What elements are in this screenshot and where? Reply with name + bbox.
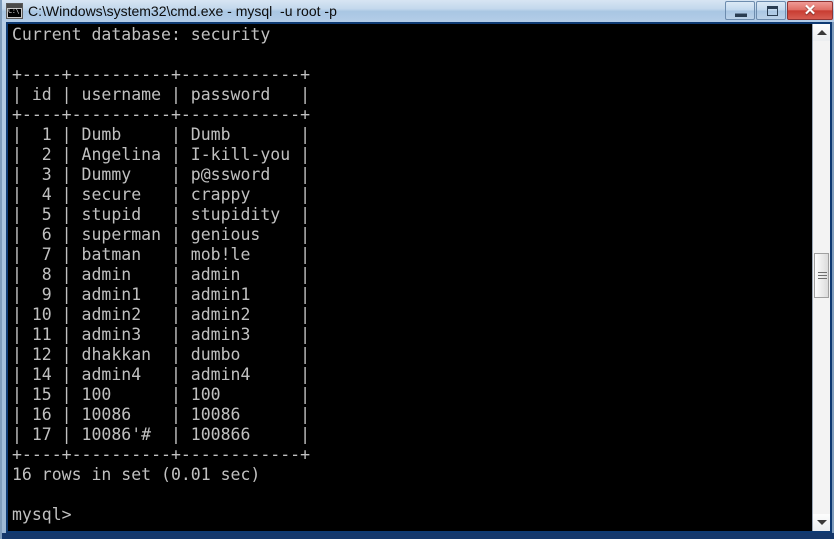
close-icon: ✕ bbox=[803, 2, 817, 19]
scrollbar-grip-line bbox=[818, 272, 827, 273]
maximize-button[interactable] bbox=[756, 1, 786, 20]
scroll-up-arrow-icon bbox=[817, 30, 827, 35]
console-frame: Current database: security +----+-------… bbox=[6, 22, 832, 533]
console-scrollbar[interactable] bbox=[812, 24, 830, 531]
cmd-icon-screen-detail bbox=[8, 7, 21, 17]
cmd-console-icon bbox=[6, 3, 23, 19]
close-button[interactable]: ✕ bbox=[787, 1, 833, 20]
scrollbar-grip-line bbox=[818, 278, 827, 279]
maximize-icon bbox=[767, 6, 778, 16]
window-title: C:\Windows\system32\cmd.exe - mysql -u r… bbox=[28, 3, 337, 19]
minimize-button[interactable] bbox=[725, 1, 755, 20]
cmd-window: C:\Windows\system32\cmd.exe - mysql -u r… bbox=[0, 0, 834, 539]
console-output-text: Current database: security +----+-------… bbox=[12, 25, 311, 524]
window-bottom-frame bbox=[2, 533, 834, 539]
title-bar-inner: C:\Windows\system32\cmd.exe - mysql -u r… bbox=[2, 0, 834, 22]
scrollbar-grip-line bbox=[818, 275, 827, 276]
minimize-icon bbox=[735, 13, 747, 17]
window-controls: ✕ bbox=[724, 1, 833, 21]
scrollbar-track[interactable] bbox=[813, 41, 830, 514]
title-bar[interactable]: C:\Windows\system32\cmd.exe - mysql -u r… bbox=[2, 0, 834, 22]
scroll-down-arrow-icon bbox=[817, 520, 827, 525]
console-screen[interactable]: Current database: security +----+-------… bbox=[8, 24, 812, 531]
scroll-down-arrow[interactable] bbox=[813, 514, 830, 531]
scroll-up-arrow[interactable] bbox=[813, 24, 830, 41]
scrollbar-thumb[interactable] bbox=[814, 253, 829, 298]
